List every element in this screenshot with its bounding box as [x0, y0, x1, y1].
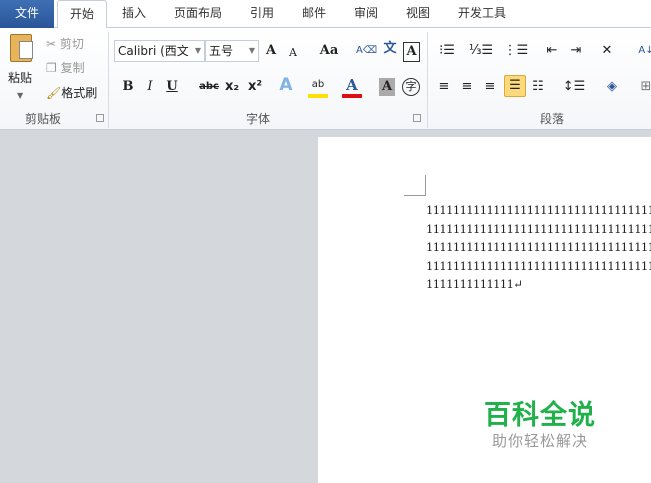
clear-formatting-icon[interactable]: A⌫ — [356, 42, 377, 60]
separator — [427, 32, 428, 128]
text-effects-icon[interactable]: A — [276, 76, 296, 94]
font-name-value: Calibri (西文 — [118, 44, 189, 58]
grow-font-icon[interactable]: A — [261, 42, 281, 60]
ribbon-tabs: 文件 开始 插入 页面布局 引用 邮件 审阅 视图 开发工具 — [0, 0, 651, 29]
tab-view[interactable]: 视图 — [396, 0, 440, 28]
document-text[interactable]: 111111111111111111111111111111111111 111… — [426, 201, 651, 294]
ribbon: 粘贴 ▼ ✂ 剪切 ❐ 复制 🖌格式刷 剪贴板 Calibri (西文 ▼ 五号 ▼… — [0, 28, 651, 130]
tab-insert[interactable]: 插入 — [112, 0, 156, 28]
change-case-icon[interactable]: Aa — [316, 42, 342, 60]
chinese-layout-icon[interactable]: ✕ — [597, 42, 617, 60]
phonetic-guide-icon[interactable]: 文 — [380, 40, 400, 58]
margin-corner-mark — [404, 175, 426, 196]
clipboard-group-label: 剪贴板 — [25, 112, 62, 126]
italic-button[interactable]: I — [140, 78, 160, 96]
paste-label: 粘贴 — [8, 71, 33, 85]
paste-button[interactable]: 粘贴 ▼ — [4, 32, 36, 102]
align-left-icon[interactable]: ≡ — [434, 78, 454, 96]
cut-button[interactable]: ✂ 剪切 — [46, 36, 84, 52]
character-shading-icon[interactable]: A — [379, 78, 395, 96]
paragraph-group-label: 段落 — [540, 112, 565, 126]
cut-label: 剪切 — [59, 37, 84, 51]
decrease-indent-icon[interactable]: ⇤ — [542, 42, 562, 60]
line-spacing-icon[interactable]: ↕☰ — [561, 78, 587, 96]
font-group-label: 字体 — [246, 112, 271, 126]
sort-icon[interactable]: A↓ — [636, 42, 651, 60]
justify-button[interactable]: ☰ — [504, 75, 526, 97]
font-name-select[interactable]: Calibri (西文 ▼ — [114, 40, 205, 62]
superscript-button[interactable]: x² — [245, 78, 265, 96]
copy-button[interactable]: ❐ 复制 — [46, 60, 85, 76]
font-color-icon[interactable]: A — [342, 76, 362, 98]
subscript-button[interactable]: x₂ — [222, 78, 242, 96]
multilevel-list-icon[interactable]: ⋮☰ — [503, 42, 529, 60]
format-painter-button[interactable]: 🖌格式刷 — [46, 85, 97, 101]
text-line: 111111111111111111111111111111111111 — [426, 221, 651, 236]
chevron-down-icon: ▼ — [17, 91, 24, 100]
font-launcher-icon[interactable] — [413, 114, 421, 122]
tab-review[interactable]: 审阅 — [344, 0, 388, 28]
tab-home[interactable]: 开始 — [57, 0, 107, 29]
highlight-color-icon[interactable]: ab — [308, 76, 328, 98]
scissors-icon: ✂ — [46, 37, 57, 51]
format-painter-label: 格式刷 — [61, 86, 98, 100]
strikethrough-button[interactable]: abc — [198, 78, 220, 96]
increase-indent-icon[interactable]: ⇥ — [566, 42, 586, 60]
tab-developer[interactable]: 开发工具 — [450, 0, 514, 28]
chevron-down-icon: ▼ — [248, 46, 255, 55]
underline-button[interactable]: U — [162, 78, 182, 96]
bold-button[interactable]: B — [118, 78, 138, 96]
text-line: 111111111111111111111111111111111111 — [426, 258, 651, 273]
watermark-subtitle: 助你轻松解决 — [492, 432, 589, 450]
font-size-value: 五号 — [209, 44, 234, 58]
clipboard-icon — [10, 34, 33, 62]
numbering-icon[interactable]: ⅓☰ — [468, 42, 494, 60]
copy-icon: ❐ — [46, 61, 57, 75]
align-right-icon[interactable]: ≡ — [480, 78, 500, 96]
text-line: 1111111111111↵ — [426, 277, 523, 291]
separator — [108, 32, 109, 128]
text-line: 111111111111111111111111111111111111 — [426, 240, 651, 254]
tab-file[interactable]: 文件 — [0, 0, 54, 28]
copy-label: 复制 — [60, 61, 85, 75]
borders-icon[interactable]: ⊞ — [636, 78, 651, 96]
bullets-icon[interactable]: ⁝☰ — [434, 42, 460, 60]
text-line: 111111111111111111111111111111111111 — [426, 203, 651, 217]
character-border-icon[interactable]: A — [403, 42, 420, 62]
tab-references[interactable]: 引用 — [240, 0, 284, 28]
chevron-down-icon: ▼ — [194, 46, 201, 55]
align-center-icon[interactable]: ≡ — [457, 78, 477, 96]
shading-icon[interactable]: ◈ — [602, 78, 622, 96]
font-size-select[interactable]: 五号 ▼ — [205, 40, 259, 62]
tab-page-layout[interactable]: 页面布局 — [166, 0, 230, 28]
watermark-title: 百科全说 — [484, 400, 596, 431]
tab-mailings[interactable]: 邮件 — [292, 0, 336, 28]
shrink-font-icon[interactable]: A — [283, 44, 303, 62]
clipboard-launcher-icon[interactable] — [96, 114, 104, 122]
brush-icon: 🖌 — [46, 86, 62, 100]
distributed-icon[interactable]: ☷ — [528, 78, 548, 96]
enclose-characters-icon[interactable]: 字 — [402, 78, 420, 96]
